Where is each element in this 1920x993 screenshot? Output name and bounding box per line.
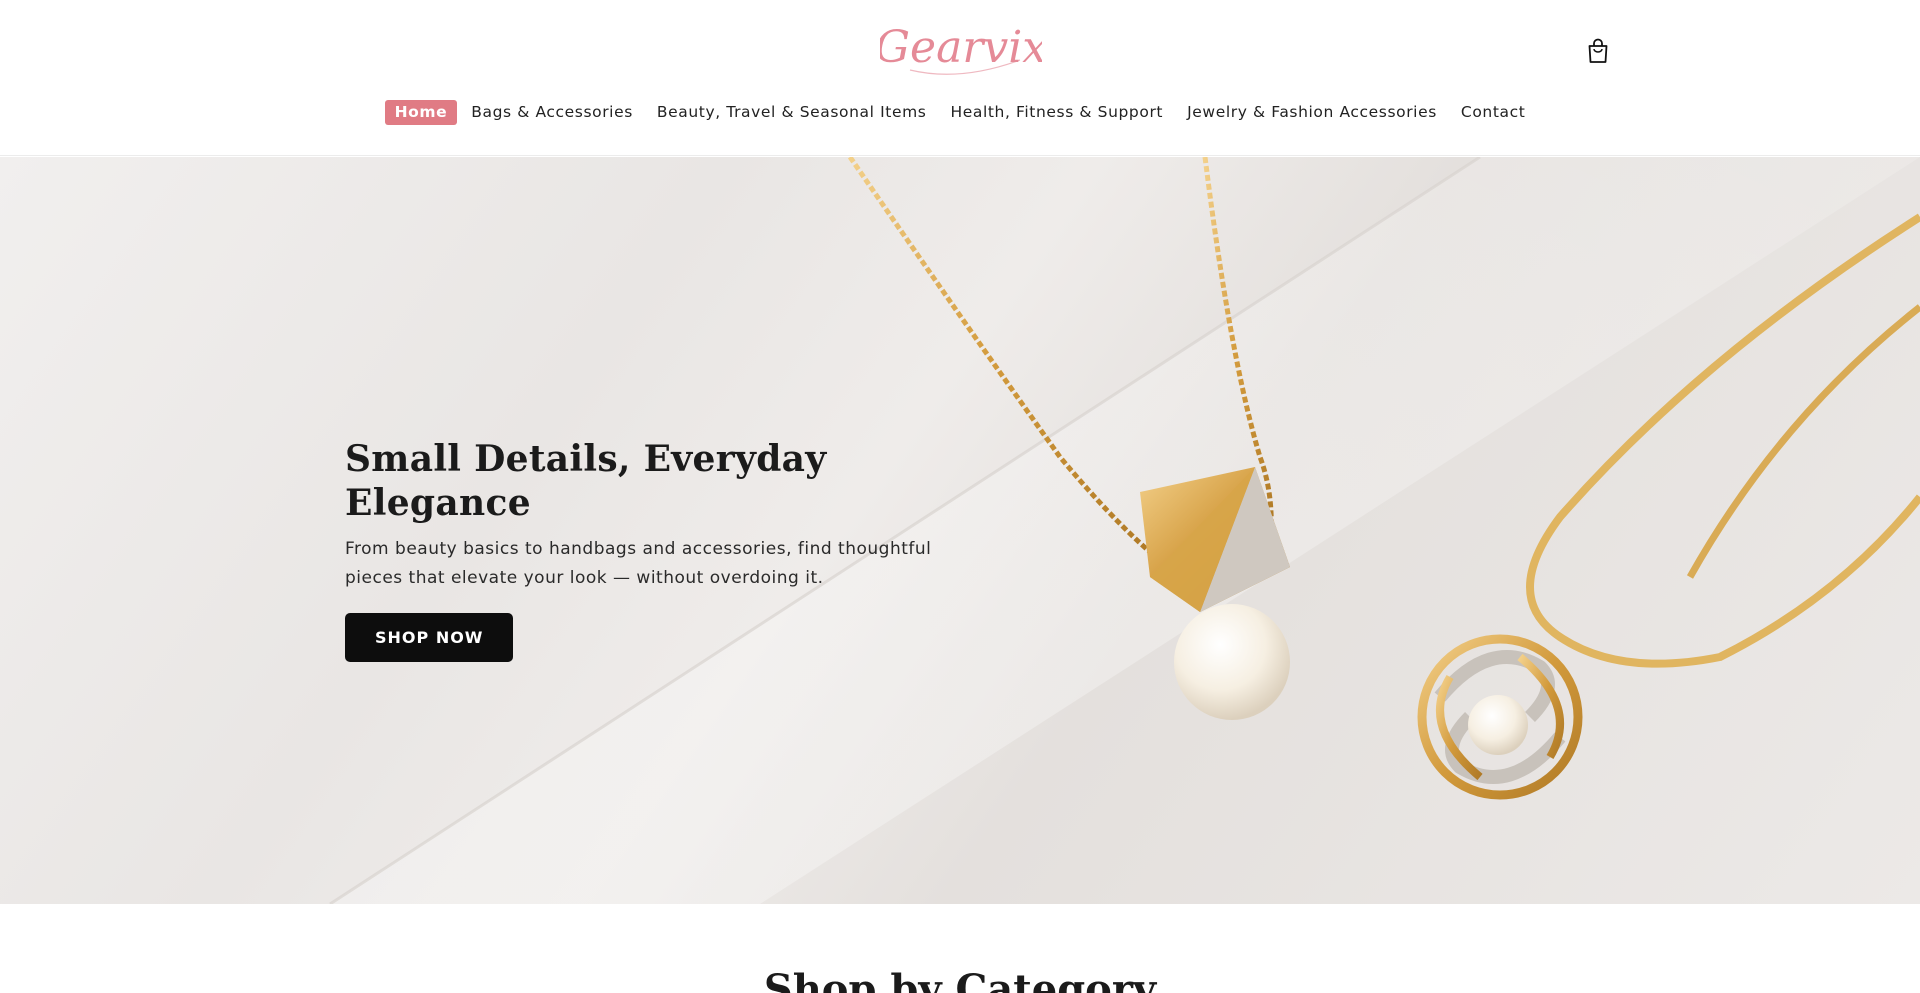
hero-title: Small Details, Everyday Elegance [345, 438, 827, 524]
nav-item-beauty-travel-seasonal[interactable]: Beauty, Travel & Seasonal Items [647, 100, 937, 125]
nav-item-contact[interactable]: Contact [1451, 100, 1536, 125]
hero-banner: Small Details, Everyday Elegance From be… [0, 157, 1920, 904]
hero-content: Small Details, Everyday Elegance From be… [345, 437, 985, 662]
nav-item-home[interactable]: Home [384, 100, 458, 125]
brand-logo[interactable]: Gearvix [880, 12, 1042, 84]
site-header: Gearvix Home Bags & Accessories Beauty, … [0, 0, 1920, 156]
hero-subtitle: From beauty basics to handbags and acces… [345, 539, 932, 588]
nav-item-bags-accessories[interactable]: Bags & Accessories [461, 100, 643, 125]
cart-button[interactable] [1586, 38, 1610, 64]
shopping-bag-icon [1588, 38, 1608, 63]
shop-now-button[interactable]: SHOP NOW [345, 613, 514, 662]
nav-item-jewelry-fashion[interactable]: Jewelry & Fashion Accessories [1177, 100, 1447, 125]
main-nav: Home Bags & Accessories Beauty, Travel &… [0, 100, 1920, 125]
nav-item-health-fitness-support[interactable]: Health, Fitness & Support [940, 100, 1173, 125]
category-section-title: Shop by Category [763, 966, 1157, 993]
svg-text:Gearvix: Gearvix [880, 22, 1042, 73]
